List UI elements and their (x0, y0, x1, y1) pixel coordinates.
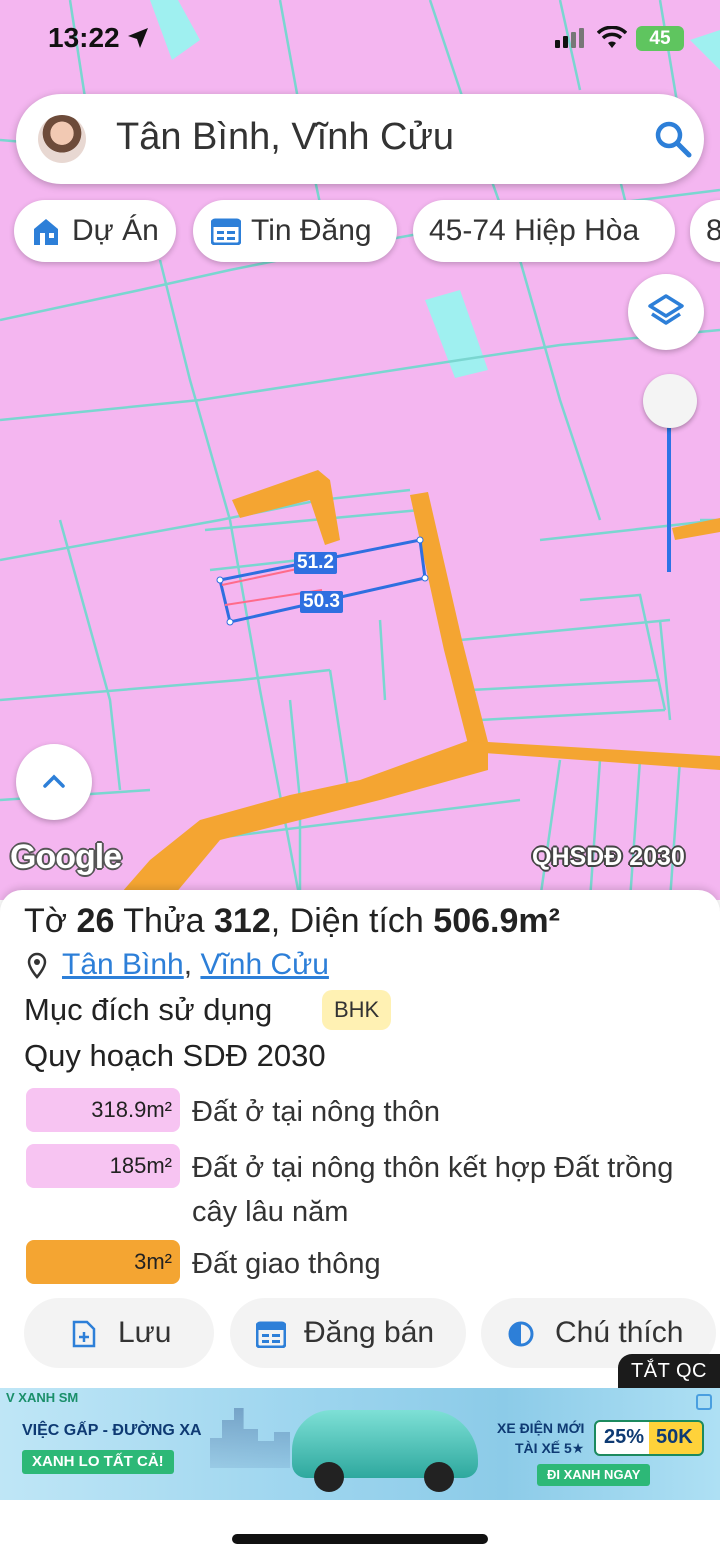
chip-hiep-hoa[interactable]: 45-74 Hiệp Hòa (413, 200, 675, 262)
measure-label-bottom: 50.3 (300, 591, 343, 613)
electric-car-image (292, 1410, 478, 1492)
parcel-prefix: Thửa (123, 902, 205, 940)
status-bar: 13:22 45 (0, 0, 720, 80)
sheet-number: 26 (76, 902, 115, 940)
wifi-icon (597, 26, 627, 48)
ad-right-line2: TÀI XẾ 5★ (515, 1440, 585, 1456)
action-buttons: Lưu Đăng bán Chú thích (0, 1298, 720, 1368)
chip-label: Tin Đăng (251, 214, 372, 247)
location-arrow-icon (128, 28, 148, 48)
hide-ads-button[interactable]: TẮT QC (618, 1354, 720, 1388)
save-button-label: Lưu (118, 1316, 172, 1349)
measure-label-top: 51.2 (294, 552, 337, 574)
layers-button[interactable] (628, 274, 704, 350)
adchoices-icon[interactable] (696, 1394, 712, 1410)
zone-label: Đất ở tại nông thôn kết hợp Đất trồng câ… (192, 1152, 674, 1228)
ad-discount: 25% (604, 1426, 645, 1448)
ad-cta-button[interactable]: ĐI XANH NGAY (537, 1464, 651, 1486)
area-label: , Diện tích (270, 902, 424, 940)
layer-name-label: QHSDĐ 2030 (532, 843, 685, 871)
search-bar[interactable]: Tân Bình, Vĩnh Cửu (16, 94, 704, 184)
avatar[interactable] (38, 115, 86, 163)
address-separator: , (183, 948, 193, 981)
zone-label: Đất giao thông (192, 1248, 381, 1280)
ad-brand-logo: V XANH SM (6, 1390, 79, 1405)
ward-link[interactable]: Tân Bình (62, 948, 184, 981)
listing-icon (211, 218, 241, 245)
map-view[interactable]: 51.2 50.3 13:22 45 Tân Bình, Vĩnh Cửu Dự… (0, 0, 720, 900)
map-pin-icon (27, 952, 47, 979)
search-icon[interactable] (652, 118, 694, 160)
chip-tin-dang[interactable]: Tin Đăng (193, 200, 397, 262)
search-location-title[interactable]: Tân Bình, Vĩnh Cửu (116, 116, 454, 159)
parcel-title: Tờ 26 Thửa 312, Diện tích 506.9m² (24, 902, 560, 941)
battery-indicator: 45 (636, 26, 684, 51)
zone-area-swatch: 318.9m² (26, 1088, 180, 1132)
parcel-area: 506.9m² (433, 902, 560, 940)
listing-icon (256, 1321, 286, 1348)
add-document-icon (72, 1320, 96, 1348)
ad-headline: VIỆC GẤP - ĐƯỜNG XA (22, 1422, 202, 1439)
chip-label: 8 (706, 214, 720, 247)
save-button[interactable]: Lưu (24, 1298, 214, 1368)
chevron-up-icon (43, 774, 65, 788)
post-sale-button[interactable]: Đăng bán (230, 1298, 466, 1368)
app-screen: 51.2 50.3 13:22 45 Tân Bình, Vĩnh Cửu Dự… (0, 0, 720, 1559)
home-indicator[interactable] (232, 1534, 488, 1544)
contrast-icon (508, 1321, 534, 1347)
city-skyline-image (210, 1408, 290, 1468)
ad-amount: 50K (656, 1426, 693, 1448)
chip-label: Dự Án (72, 214, 159, 247)
ad-subheadline: XANH LO TẤT CẢ! (22, 1450, 174, 1474)
chip-label: 45-74 Hiệp Hòa (429, 214, 640, 247)
zone-label: Đất ở tại nông thôn (192, 1096, 440, 1128)
parcel-info-sheet: Tờ 26 Thửa 312, Diện tích 506.9m² Tân Bì… (0, 890, 720, 1390)
chip-du-an[interactable]: Dự Án (14, 200, 176, 262)
bottom-safe-area (0, 1500, 720, 1559)
zone-area-swatch: 185m² (26, 1144, 180, 1188)
opacity-slider-handle[interactable] (643, 374, 697, 428)
post-sale-button-label: Đăng bán (304, 1316, 435, 1349)
ad-banner[interactable]: V XANH SM VIỆC GẤP - ĐƯỜNG XA XANH LO TẤ… (0, 1388, 720, 1500)
ad-right-line1: XE ĐIỆN MỚI (497, 1420, 585, 1436)
filter-chips: Dự Án Tin Đăng 45-74 Hiệp Hòa 8 (0, 200, 720, 264)
parcel-number: 312 (214, 902, 271, 940)
purpose-code-badge: BHK (322, 990, 392, 1030)
building-icon (34, 219, 58, 245)
status-time: 13:22 (48, 22, 120, 53)
zone-area-swatch: 3m² (26, 1240, 180, 1284)
cellular-signal-icon (555, 28, 584, 48)
layers-icon (648, 294, 684, 325)
ad-promo-badge: 25% 50K (594, 1420, 704, 1456)
plan-label: Quy hoạch SDĐ 2030 (24, 1038, 326, 1073)
district-link[interactable]: Vĩnh Cửu (200, 948, 328, 981)
purpose-label: Mục đích sử dụng (24, 992, 273, 1027)
chip-more[interactable]: 8 (690, 200, 720, 262)
google-logo: Google (10, 838, 122, 876)
sheet-prefix: Tờ (24, 902, 68, 940)
expand-up-button[interactable] (16, 744, 92, 820)
